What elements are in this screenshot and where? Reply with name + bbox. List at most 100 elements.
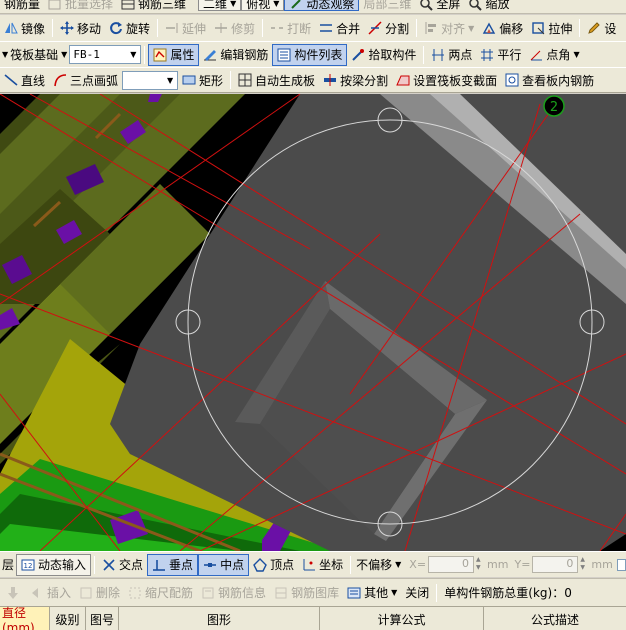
split-by-beam-button[interactable]: 按梁分割 bbox=[319, 69, 392, 91]
rotate-button[interactable]: 旋转 bbox=[105, 17, 154, 39]
arc-label: 三点画弧 bbox=[70, 73, 119, 88]
x-input[interactable]: 0 bbox=[428, 556, 475, 573]
delete-button[interactable]: 删除 bbox=[75, 582, 124, 604]
properties-button[interactable]: 属性 bbox=[148, 43, 200, 66]
column-header-shape[interactable]: 图形 bbox=[119, 607, 320, 630]
pick-element-button[interactable]: 拾取构件 bbox=[347, 44, 420, 66]
rebar-quantity-button[interactable]: 钢筋量 bbox=[0, 0, 44, 11]
column-header-diameter[interactable]: 直径(mm) bbox=[0, 605, 50, 630]
align-dropdown[interactable]: 对齐 ▼ bbox=[420, 17, 478, 39]
column-header-figure-no[interactable]: 图号 bbox=[86, 607, 119, 630]
intersection-snap[interactable]: 交点 bbox=[98, 554, 147, 576]
two-points-label: 两点 bbox=[448, 48, 473, 62]
line-button[interactable]: 直线 bbox=[0, 69, 49, 91]
two-points-button[interactable]: 两点 bbox=[427, 44, 476, 66]
column-header-label: 计算公式 bbox=[377, 612, 426, 627]
align-label: 对齐 bbox=[441, 21, 466, 36]
y-spinner[interactable]: ▲ ▼ bbox=[580, 556, 589, 573]
point-angle-dropdown[interactable]: 点角 ▼ bbox=[525, 44, 583, 66]
vertex-label: 顶点 bbox=[270, 558, 295, 572]
line-label: 直线 bbox=[21, 73, 46, 88]
edit-rebar-label: 编辑钢筋 bbox=[220, 48, 269, 62]
rebar-3d-button[interactable]: 钢筋三维 bbox=[117, 0, 190, 11]
view-top-dropdown[interactable]: 俯视 ▼ bbox=[241, 0, 285, 11]
svg-text:12: 12 bbox=[24, 562, 33, 570]
trim-button[interactable]: 修剪 bbox=[210, 17, 259, 39]
rotate-icon bbox=[109, 21, 123, 35]
rebar-info-button[interactable]: 钢筋信息 bbox=[197, 582, 270, 604]
extend-icon bbox=[165, 21, 179, 35]
dynamic-input-toggle[interactable]: 12 动态输入 bbox=[16, 553, 92, 576]
x-label: X= bbox=[409, 558, 427, 571]
drawing-viewport[interactable]: 2 bbox=[0, 94, 626, 551]
break-button[interactable]: 打断 bbox=[266, 17, 315, 39]
y-coordinate: Y= 0 ▲ ▼ mm bbox=[514, 556, 613, 573]
extra-checkbox[interactable] bbox=[616, 558, 626, 571]
arc-button[interactable]: 三点画弧 bbox=[49, 69, 122, 91]
edit-rebar-icon bbox=[203, 48, 217, 62]
settings-button[interactable]: 设 bbox=[583, 17, 620, 39]
raft-section-button[interactable]: 设置筏板变截面 bbox=[392, 69, 501, 91]
rebar-library-button[interactable]: 钢筋图库 bbox=[270, 582, 343, 604]
toolbar-draw: 直线 三点画弧 ▼ 矩形 自动生成板 按梁分割 设置筏板变截面 查看板内钢筋 bbox=[0, 67, 626, 93]
view-top-label: 俯视 bbox=[246, 0, 271, 11]
midpoint-label: 中点 bbox=[220, 558, 245, 572]
batch-select-button[interactable]: 批量选择 bbox=[44, 0, 117, 11]
axis-marker: 2 bbox=[543, 95, 565, 117]
shape-select[interactable]: ▼ bbox=[122, 70, 179, 90]
close-button[interactable]: 关闭 bbox=[401, 582, 433, 604]
parallel-button[interactable]: 平行 bbox=[476, 44, 525, 66]
x-spinner[interactable]: ▲ ▼ bbox=[476, 556, 485, 573]
merge-icon bbox=[319, 21, 333, 35]
coordinate-snap[interactable]: 坐标 bbox=[298, 554, 347, 576]
split-button[interactable]: 分割 bbox=[364, 17, 413, 39]
offset-mode-select[interactable]: 不偏移 ▼ bbox=[354, 554, 403, 576]
other-dropdown[interactable]: 其他 ▼ bbox=[343, 582, 401, 604]
auto-slab-button[interactable]: 自动生成板 bbox=[234, 69, 319, 91]
vertex-snap[interactable]: 顶点 bbox=[249, 554, 298, 576]
move-button[interactable]: 移动 bbox=[56, 17, 105, 39]
rebar-3d-icon bbox=[121, 0, 135, 11]
edit-rebar-button[interactable]: 编辑钢筋 bbox=[199, 44, 272, 66]
dynamic-observe-button[interactable]: 动态观察 bbox=[284, 0, 360, 11]
point-angle-icon bbox=[529, 48, 543, 62]
fullscreen-label: 全屏 bbox=[436, 0, 461, 11]
separator bbox=[579, 19, 581, 37]
ortho-label: 层 bbox=[2, 558, 15, 572]
offset-button[interactable]: 偏移 bbox=[478, 17, 527, 39]
x-coordinate: X= 0 ▲ ▼ mm bbox=[409, 556, 508, 573]
stretch-button[interactable]: 拉伸 bbox=[527, 17, 576, 39]
local-3d-label: 局部三维 bbox=[363, 0, 412, 11]
y-input[interactable]: 0 bbox=[532, 556, 579, 573]
insert-button[interactable]: 插入 bbox=[26, 582, 75, 604]
column-header-grade[interactable]: 级别 bbox=[50, 607, 86, 630]
midpoint-snap[interactable]: 中点 bbox=[198, 553, 250, 576]
column-header-formula[interactable]: 计算公式 bbox=[320, 607, 484, 630]
scale-rebar-button[interactable]: 缩尺配筋 bbox=[124, 582, 197, 604]
mirror-button[interactable]: 镜像 bbox=[0, 17, 49, 39]
element-select[interactable]: FB-1 ▼ bbox=[69, 45, 142, 64]
arrow-down-button[interactable] bbox=[0, 582, 26, 604]
merge-button[interactable]: 合并 bbox=[315, 17, 364, 39]
perpendicular-snap[interactable]: 垂点 bbox=[147, 553, 199, 576]
category-select[interactable]: 筏板基础 ▼ bbox=[8, 44, 69, 66]
rectangle-button[interactable]: 矩形 bbox=[178, 69, 227, 91]
axis-marker-label: 2 bbox=[550, 100, 558, 115]
view-2d-dropdown[interactable]: 二维 ▼ bbox=[198, 0, 242, 11]
separator bbox=[423, 45, 425, 64]
element-list-button[interactable]: 构件列表 bbox=[272, 43, 348, 66]
category-value: 筏板基础 bbox=[10, 48, 59, 62]
midpoint-icon bbox=[203, 558, 217, 572]
ortho-toggle[interactable]: 层 bbox=[0, 554, 16, 576]
vertex-icon bbox=[253, 557, 267, 572]
extend-button[interactable]: 延伸 bbox=[161, 17, 210, 39]
column-header-formula-desc[interactable]: 公式描述 bbox=[484, 607, 626, 630]
column-header-label: 直径(mm) bbox=[2, 605, 35, 630]
zoom-button[interactable]: 缩放 bbox=[464, 0, 513, 11]
local-3d-button[interactable]: 局部三维 bbox=[359, 0, 415, 11]
chevron-up-icon: ▲ bbox=[476, 556, 481, 563]
toolbar-edit: 镜像 移动 旋转 延伸 修剪 打断 合并 分割 对齐 ▼ 偏移 拉伸 设 bbox=[0, 15, 626, 41]
view-slab-rebar-button[interactable]: 查看板内钢筋 bbox=[501, 69, 598, 91]
fullscreen-button[interactable]: 全屏 bbox=[415, 0, 464, 11]
rebar-table-header: 直径(mm) 级别 图号 图形 计算公式 公式描述 bbox=[0, 606, 626, 630]
